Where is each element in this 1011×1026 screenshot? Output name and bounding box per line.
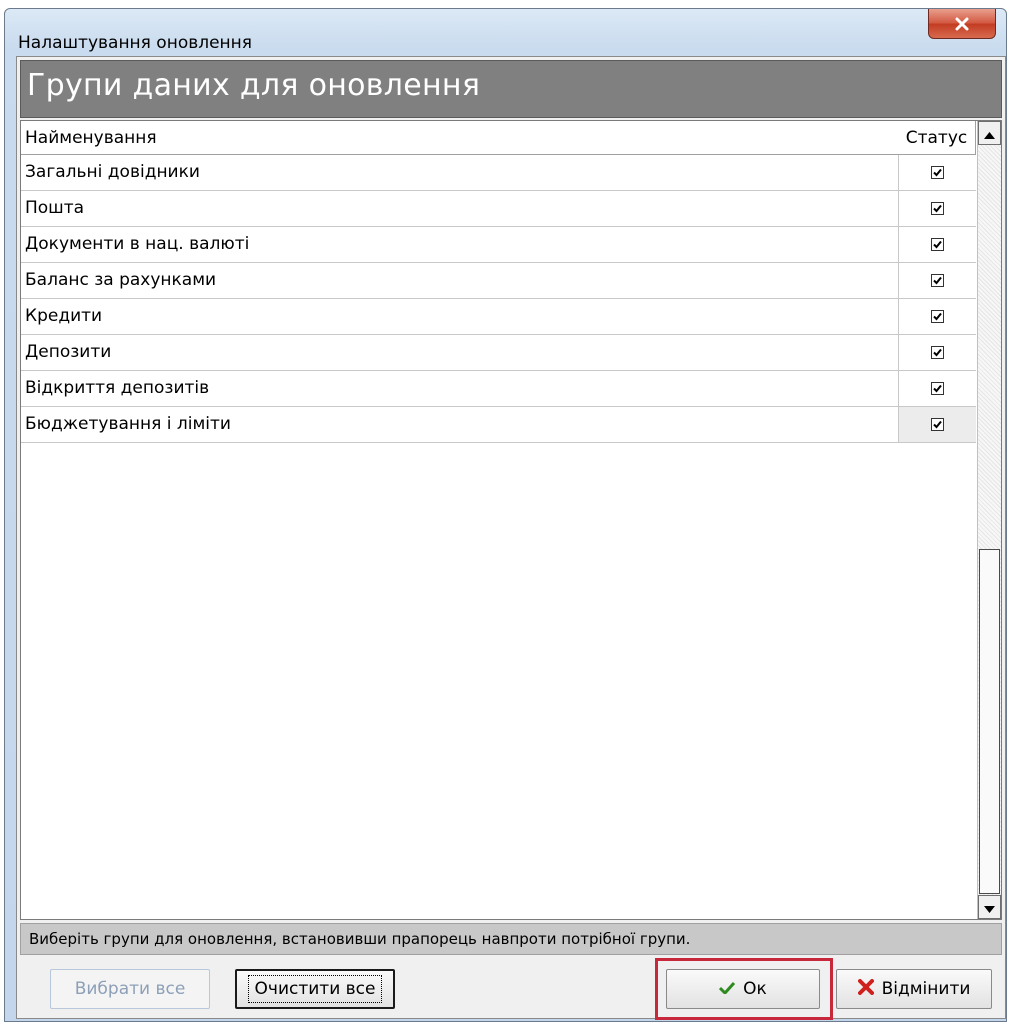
row-status-cell — [898, 191, 976, 226]
table-row[interactable]: Пошта — [21, 191, 976, 227]
table-row[interactable]: Депозити — [21, 335, 976, 371]
row-name: Пошта — [25, 198, 85, 218]
row-status-cell — [898, 299, 976, 334]
table-row[interactable]: Кредити — [21, 299, 976, 335]
dialog-client-area: Групи даних для оновлення Найменування С… — [16, 56, 1006, 1020]
table-row[interactable]: Бюджетування і ліміти — [21, 407, 976, 443]
select-all-label: Вибрати все — [74, 979, 186, 999]
table-row[interactable]: Документи в нац. валюті — [21, 227, 976, 263]
row-name: Кредити — [25, 306, 103, 326]
groups-grid: Найменування Статус Загальні довідники По… — [20, 120, 1002, 920]
row-status-cell — [898, 263, 976, 298]
row-status-cell — [898, 227, 976, 262]
window-title: Налаштування оновлення — [18, 33, 253, 53]
close-button[interactable] — [928, 9, 996, 39]
arrow-up-icon — [984, 124, 995, 143]
close-icon — [955, 17, 969, 31]
clear-all-button[interactable]: Очистити все — [235, 969, 395, 1009]
row-status-cell — [898, 155, 976, 190]
ok-button[interactable]: Ок — [666, 969, 820, 1009]
row-name: Депозити — [25, 342, 112, 362]
row-status-cell — [898, 335, 976, 370]
row-name: Відкриття депозитів — [25, 378, 210, 398]
status-checkbox[interactable] — [931, 310, 944, 323]
status-checkbox[interactable] — [931, 418, 944, 431]
checkmark-icon — [719, 979, 736, 999]
status-checkbox[interactable] — [931, 202, 944, 215]
arrow-down-icon — [984, 898, 995, 917]
x-cross-icon — [857, 978, 874, 1000]
table-row[interactable]: Загальні довідники — [21, 155, 976, 191]
hint-bar: Виберіть групи для оновлення, встановивш… — [20, 923, 1002, 955]
cancel-label: Відмінити — [881, 979, 971, 999]
status-checkbox[interactable] — [931, 238, 944, 251]
column-header-name-label: Найменування — [25, 127, 157, 148]
row-name: Загальні довідники — [25, 162, 200, 182]
status-checkbox[interactable] — [931, 274, 944, 287]
row-status-cell — [898, 371, 976, 406]
column-header-status[interactable]: Статус — [898, 121, 976, 155]
section-header: Групи даних для оновлення — [20, 60, 1002, 118]
status-checkbox[interactable] — [931, 346, 944, 359]
column-header-status-label: Статус — [905, 127, 968, 148]
section-title: Групи даних для оновлення — [27, 68, 481, 103]
vertical-scrollbar[interactable] — [977, 121, 1001, 919]
status-checkbox[interactable] — [931, 382, 944, 395]
row-name: Документи в нац. валюті — [25, 234, 250, 254]
table-row[interactable]: Баланс за рахунками — [21, 263, 976, 299]
ok-label: Ок — [743, 979, 767, 999]
status-checkbox[interactable] — [931, 166, 944, 179]
column-header-name[interactable]: Найменування — [21, 121, 899, 155]
cancel-button[interactable]: Відмінити — [836, 969, 992, 1009]
scrollbar-thumb[interactable] — [979, 549, 1000, 894]
table-row[interactable]: Відкриття депозитів — [21, 371, 976, 407]
clear-all-label: Очистити все — [247, 975, 383, 1003]
row-status-cell — [898, 407, 976, 442]
row-name: Баланс за рахунками — [25, 270, 217, 290]
scroll-down-button[interactable] — [978, 895, 1001, 919]
select-all-button[interactable]: Вибрати все — [50, 969, 210, 1009]
scroll-up-button[interactable] — [978, 121, 1001, 145]
row-name: Бюджетування і ліміти — [25, 414, 231, 434]
